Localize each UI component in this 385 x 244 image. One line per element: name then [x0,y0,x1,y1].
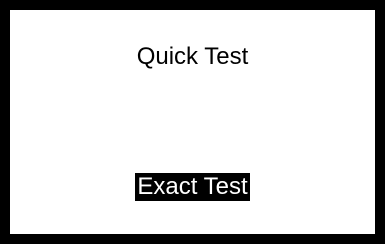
test-mode-menu-screen: Quick Test Exact Test [0,0,385,244]
quick-test-option[interactable]: Quick Test [10,43,375,71]
exact-test-label: Exact Test [135,173,250,201]
quick-test-label: Quick Test [136,43,249,70]
exact-test-option[interactable]: Exact Test [10,173,375,201]
